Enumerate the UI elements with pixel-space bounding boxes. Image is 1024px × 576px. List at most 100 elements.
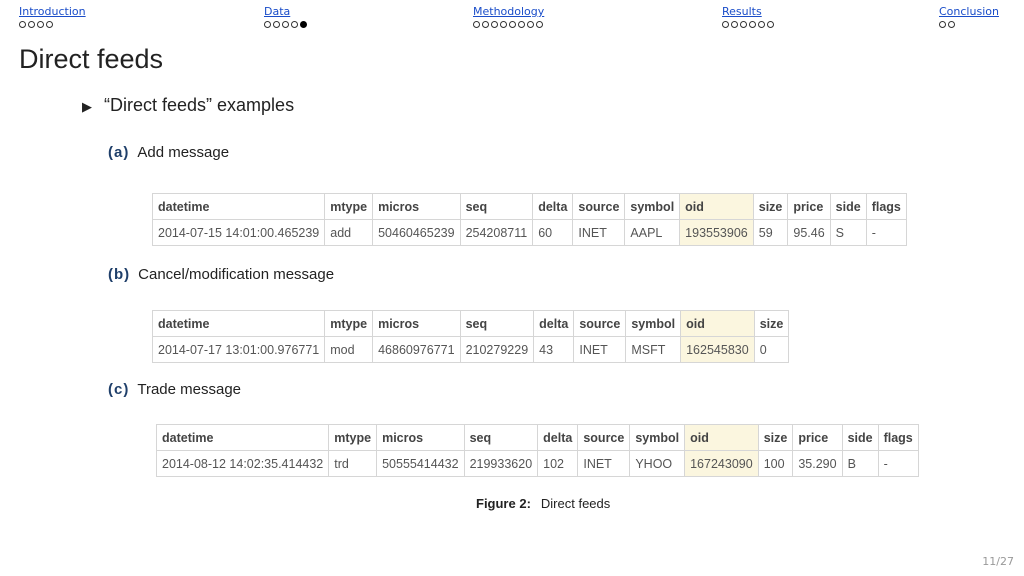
- nav-conclusion[interactable]: Conclusion: [939, 5, 999, 28]
- column-header-datetime: datetime: [151, 310, 326, 337]
- nav-frame-dot[interactable]: [46, 21, 53, 28]
- column-header-flags: flags: [877, 424, 919, 451]
- cell-datetime: 2014-07-17 13:01:00.976771: [151, 336, 326, 363]
- nav-frame-dot[interactable]: [291, 21, 298, 28]
- subfig-c-title: (c) Trade message: [108, 381, 241, 398]
- nav-introduction-link[interactable]: Introduction: [19, 5, 86, 18]
- nav-frame-dot[interactable]: [536, 21, 543, 28]
- cell-symbol: YHOO: [629, 450, 686, 477]
- column-header-oid: oid: [684, 424, 759, 451]
- cell-size: 0: [753, 336, 790, 363]
- nav-frame-dot[interactable]: [500, 21, 507, 28]
- cell-source: INET: [572, 219, 626, 246]
- column-header-micros: micros: [376, 424, 465, 451]
- subfig-label: (a): [108, 144, 130, 161]
- column-header-delta: delta: [533, 310, 575, 337]
- nav-frame-dot[interactable]: [758, 21, 765, 28]
- cell-mtype: mod: [324, 336, 374, 363]
- column-header-seq: seq: [459, 193, 534, 220]
- cell-micros: 50555414432: [376, 450, 465, 477]
- subfig-a-title: (a) Add message: [108, 144, 229, 161]
- nav-dots[interactable]: [473, 21, 544, 28]
- cell-oid: 193553906: [679, 219, 754, 246]
- cell-oid: 167243090: [684, 450, 759, 477]
- nav-frame-dot[interactable]: [527, 21, 534, 28]
- cell-price: 95.46: [787, 219, 831, 246]
- column-header-oid: oid: [680, 310, 755, 337]
- column-header-oid: oid: [679, 193, 754, 220]
- nav-frame-dot[interactable]: [282, 21, 289, 28]
- nav-data[interactable]: Data: [264, 5, 307, 28]
- cell-side: S: [829, 219, 867, 246]
- column-header-delta: delta: [537, 424, 579, 451]
- table-header-row: datetime mtype micros seq delta source symbol o…: [151, 310, 790, 337]
- table-header-row: datetime mtype micros seq delta source symbol o…: [155, 424, 919, 451]
- cell-datetime: 2014-07-15 14:01:00.465239: [151, 219, 326, 246]
- cell-seq: 254208711: [459, 219, 534, 246]
- cell-symbol: AAPL: [624, 219, 681, 246]
- subfig-b-title: (b) Cancel/modification message: [108, 266, 334, 283]
- section-navigation: Introduction Data Methodology Results Co…: [0, 0, 1024, 36]
- nav-results[interactable]: Results: [722, 5, 774, 28]
- nav-frame-dot[interactable]: [948, 21, 955, 28]
- cell-micros: 46860976771: [372, 336, 461, 363]
- nav-results-link[interactable]: Results: [722, 5, 762, 18]
- frame-title: Direct feeds: [19, 44, 164, 74]
- nav-data-link[interactable]: Data: [264, 5, 290, 18]
- cell-mtype: add: [324, 219, 374, 246]
- column-header-micros: micros: [372, 310, 461, 337]
- cell-mtype: trd: [328, 450, 378, 477]
- cell-size: 59: [752, 219, 789, 246]
- nav-frame-dot[interactable]: [731, 21, 738, 28]
- column-header-delta: delta: [532, 193, 574, 220]
- subfig-title-text: Add message: [137, 144, 230, 161]
- bullet-item: ▶ “Direct feeds” examples: [82, 95, 294, 116]
- cell-delta: 60: [532, 219, 574, 246]
- nav-frame-dot[interactable]: [264, 21, 271, 28]
- cell-flags: -: [877, 450, 919, 477]
- cell-oid: 162545830: [680, 336, 755, 363]
- nav-frame-dot[interactable]: [37, 21, 44, 28]
- cell-micros: 50460465239: [372, 219, 461, 246]
- nav-dots[interactable]: [722, 21, 774, 28]
- column-header-mtype: mtype: [324, 193, 374, 220]
- nav-frame-dot[interactable]: [749, 21, 756, 28]
- nav-methodology-link[interactable]: Methodology: [473, 5, 544, 18]
- table-row: 2014-08-12 14:02:35.414432 trd 50555414432…: [155, 450, 919, 477]
- cell-source: INET: [577, 450, 631, 477]
- column-header-seq: seq: [459, 310, 535, 337]
- modification-message-table: datetime mtype micros seq delta source symbol o…: [151, 310, 790, 363]
- nav-introduction[interactable]: Introduction: [19, 5, 86, 28]
- figure-label: Figure 2:: [476, 496, 531, 511]
- nav-frame-dot[interactable]: [491, 21, 498, 28]
- nav-dots[interactable]: [19, 21, 86, 28]
- column-header-source: source: [573, 310, 627, 337]
- table-header-row: datetime mtype micros seq delta source symbol o…: [151, 193, 907, 220]
- figure-caption: Figure 2: Direct feeds: [476, 496, 610, 511]
- column-header-price: price: [792, 424, 843, 451]
- cell-size: 100: [757, 450, 794, 477]
- nav-dots[interactable]: [264, 21, 307, 28]
- nav-frame-dot[interactable]: [939, 21, 946, 28]
- nav-methodology[interactable]: Methodology: [473, 5, 544, 28]
- column-header-micros: micros: [372, 193, 461, 220]
- column-header-source: source: [572, 193, 626, 220]
- nav-frame-dot[interactable]: [473, 21, 480, 28]
- nav-frame-dot[interactable]: [300, 21, 307, 28]
- nav-dots[interactable]: [939, 21, 999, 28]
- nav-frame-dot[interactable]: [482, 21, 489, 28]
- cell-price: 35.290: [792, 450, 843, 477]
- nav-frame-dot[interactable]: [28, 21, 35, 28]
- nav-frame-dot[interactable]: [518, 21, 525, 28]
- cell-source: INET: [573, 336, 627, 363]
- triangle-bullet-icon: ▶: [82, 99, 92, 114]
- nav-frame-dot[interactable]: [509, 21, 516, 28]
- nav-frame-dot[interactable]: [722, 21, 729, 28]
- nav-frame-dot[interactable]: [273, 21, 280, 28]
- nav-frame-dot[interactable]: [740, 21, 747, 28]
- cell-seq: 210279229: [459, 336, 535, 363]
- nav-conclusion-link[interactable]: Conclusion: [939, 5, 999, 18]
- nav-frame-dot[interactable]: [767, 21, 774, 28]
- nav-frame-dot[interactable]: [19, 21, 26, 28]
- column-header-symbol: symbol: [624, 193, 681, 220]
